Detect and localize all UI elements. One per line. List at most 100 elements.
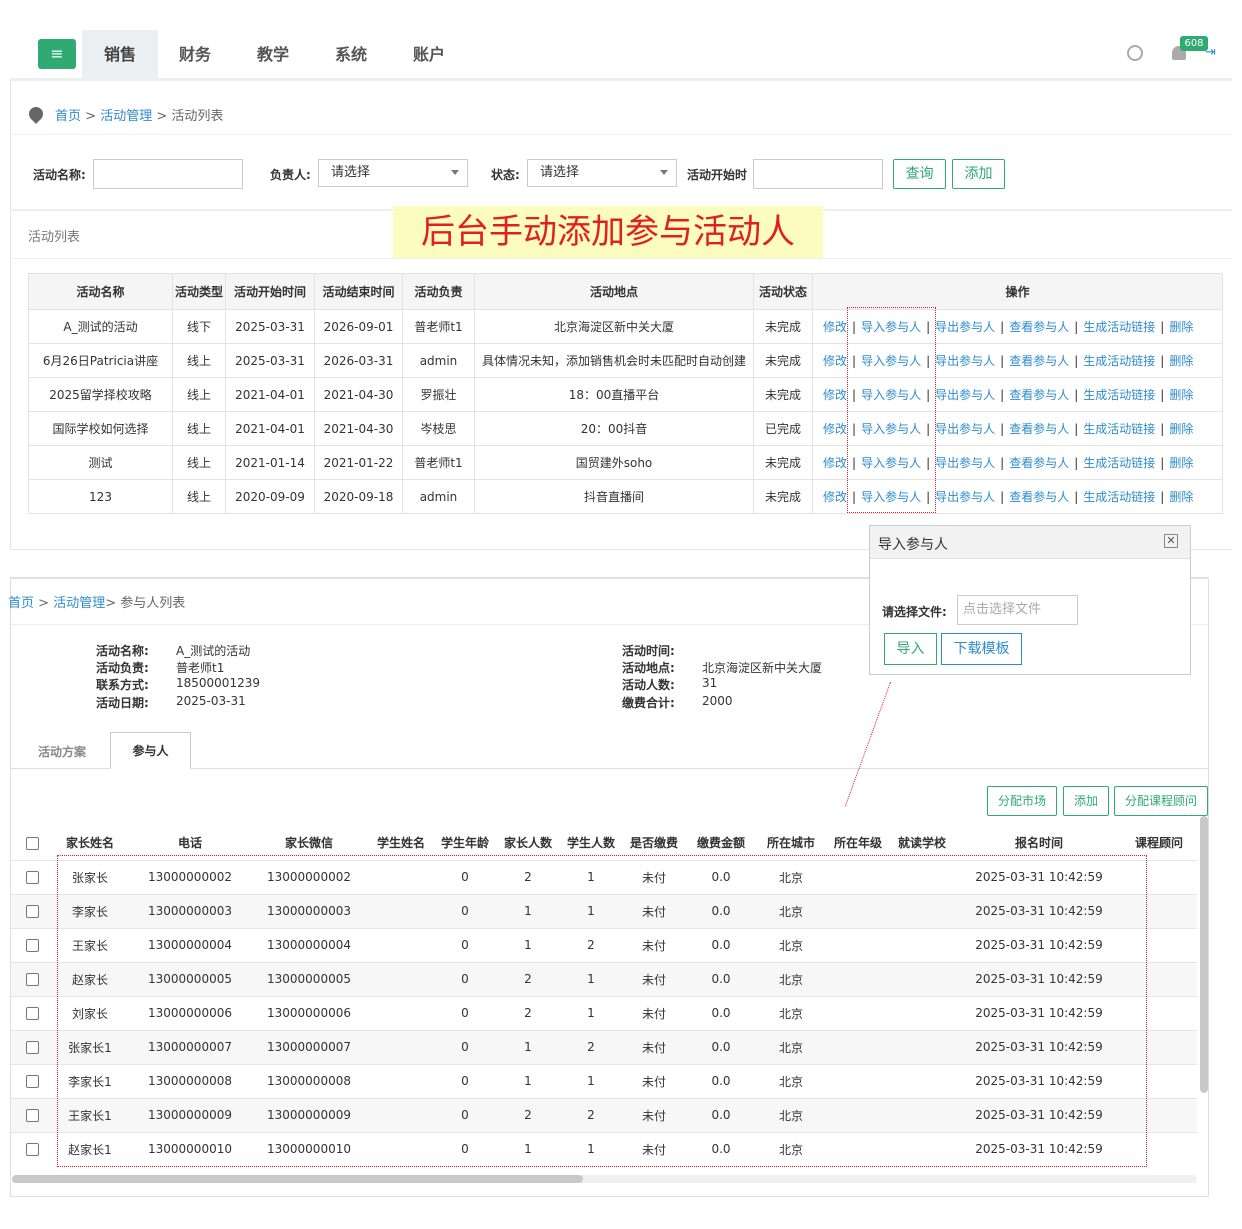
- delete-link[interactable]: 删除: [1169, 422, 1193, 436]
- export-participants-link[interactable]: 导出参与人: [935, 354, 995, 368]
- tab-activity-plan[interactable]: 活动方案: [38, 743, 86, 760]
- edit-link[interactable]: 修改: [823, 388, 847, 402]
- row-checkbox[interactable]: [25, 905, 39, 918]
- add-activity-button[interactable]: 添加: [952, 159, 1005, 189]
- globe-icon[interactable]: [1127, 45, 1143, 61]
- info-date-key: 活动日期:: [96, 696, 149, 710]
- export-participants-link[interactable]: 导出参与人: [935, 388, 995, 402]
- breadcrumb-current: 活动列表: [171, 109, 224, 124]
- generate-link-link[interactable]: 生成活动链接: [1083, 388, 1155, 402]
- info-owner-value: 普老师t1: [176, 661, 225, 675]
- breadcrumb-activity-mgmt[interactable]: 活动管理: [53, 596, 105, 611]
- separator: |: [1000, 388, 1005, 402]
- row-checkbox[interactable]: [25, 973, 39, 986]
- import-button[interactable]: 导入: [884, 633, 937, 665]
- table-cell: 2025-03-31: [225, 309, 315, 344]
- table-cell: 罗振壮: [402, 377, 475, 412]
- nav-tab-teaching[interactable]: 教学: [238, 30, 308, 79]
- nav-tab-system[interactable]: 系统: [316, 30, 386, 79]
- edit-link[interactable]: 修改: [823, 320, 847, 334]
- query-button[interactable]: 查询: [893, 159, 946, 189]
- menu-toggle-button[interactable]: ≡: [38, 39, 76, 69]
- add-participant-button[interactable]: 添加: [1063, 786, 1109, 816]
- owner-select-value: 请选择: [331, 165, 371, 180]
- generate-link-link[interactable]: 生成活动链接: [1083, 320, 1155, 334]
- tab-participants[interactable]: 参与人: [110, 732, 191, 769]
- table-row: 6月26日Patricia讲座 线上 2025-03-31 2026-03-31 adm…: [28, 343, 1223, 378]
- vertical-scrollbar[interactable]: [1200, 816, 1208, 1093]
- column-header: 活动负责: [402, 273, 475, 310]
- delete-link[interactable]: 删除: [1169, 320, 1193, 334]
- table-row: 123 线上 2020-09-09 2020-09-18 admin 抖音直播间 未完成 修改…: [28, 479, 1223, 514]
- divider: [12, 258, 1232, 259]
- separator: |: [1074, 490, 1079, 504]
- row-checkbox[interactable]: [25, 1109, 39, 1122]
- breadcrumb-home[interactable]: 首页: [8, 596, 34, 611]
- row-checkbox[interactable]: [25, 1075, 39, 1088]
- row-checkbox[interactable]: [25, 1041, 39, 1054]
- view-participants-link[interactable]: 查看参与人: [1009, 456, 1069, 470]
- close-icon[interactable]: ✕: [1164, 534, 1178, 548]
- breadcrumb-current: > 参与人列表: [105, 596, 186, 611]
- view-participants-link[interactable]: 查看参与人: [1009, 490, 1069, 504]
- info-count-value: 31: [702, 676, 718, 690]
- select-all-checkbox[interactable]: [25, 836, 39, 850]
- table-cell: 2025-03-31: [225, 343, 315, 378]
- export-participants-link[interactable]: 导出参与人: [935, 490, 995, 504]
- generate-link-link[interactable]: 生成活动链接: [1083, 456, 1155, 470]
- row-checkbox[interactable]: [25, 1143, 39, 1157]
- nav-tab-sales[interactable]: 销售: [82, 30, 158, 79]
- status-select[interactable]: 请选择: [527, 159, 677, 187]
- breadcrumb: 首页 > 活动管理 > 活动列表: [55, 105, 223, 124]
- separator: |: [1074, 320, 1079, 334]
- owner-select[interactable]: 请选择: [318, 159, 468, 187]
- start-time-input[interactable]: [753, 159, 883, 189]
- info-fee-key: 缴费合计:: [622, 696, 675, 710]
- file-picker-input[interactable]: 点击选择文件: [957, 595, 1078, 625]
- table-cell: 未完成: [753, 343, 813, 378]
- nav-tab-finance[interactable]: 财务: [160, 30, 230, 79]
- table-cell: 未完成: [753, 377, 813, 412]
- row-checkbox[interactable]: [25, 939, 39, 952]
- table-cell: 2020-09-09: [225, 479, 315, 514]
- view-participants-link[interactable]: 查看参与人: [1009, 354, 1069, 368]
- table-cell: 2021-01-22: [314, 445, 403, 480]
- view-participants-link[interactable]: 查看参与人: [1009, 320, 1069, 334]
- activity-name-input[interactable]: [93, 159, 243, 189]
- row-select-cell: [11, 1063, 53, 1098]
- export-participants-link[interactable]: 导出参与人: [935, 320, 995, 334]
- separator: |: [1000, 320, 1005, 334]
- generate-link-link[interactable]: 生成活动链接: [1083, 490, 1155, 504]
- breadcrumb-activity-mgmt[interactable]: 活动管理: [100, 109, 152, 124]
- logout-icon[interactable]: ⇥: [1205, 46, 1219, 60]
- delete-link[interactable]: 删除: [1169, 456, 1193, 470]
- generate-link-link[interactable]: 生成活动链接: [1083, 354, 1155, 368]
- edit-link[interactable]: 修改: [823, 490, 847, 504]
- breadcrumb-home[interactable]: 首页: [55, 109, 81, 124]
- view-participants-link[interactable]: 查看参与人: [1009, 388, 1069, 402]
- generate-link-link[interactable]: 生成活动链接: [1083, 422, 1155, 436]
- export-participants-link[interactable]: 导出参与人: [935, 422, 995, 436]
- table-cell: 2020-09-18: [314, 479, 403, 514]
- edit-link[interactable]: 修改: [823, 422, 847, 436]
- table-cell: 具体情况未知，添加销售机会时未匹配时自动创建: [474, 343, 754, 378]
- view-participants-link[interactable]: 查看参与人: [1009, 422, 1069, 436]
- delete-link[interactable]: 删除: [1169, 490, 1193, 504]
- delete-link[interactable]: 删除: [1169, 354, 1193, 368]
- assign-advisor-button[interactable]: 分配课程顾问: [1114, 786, 1208, 816]
- download-template-button[interactable]: 下载模板: [941, 633, 1022, 665]
- separator: |: [1160, 320, 1165, 334]
- delete-link[interactable]: 删除: [1169, 388, 1193, 402]
- nav-tab-account[interactable]: 账户: [394, 30, 464, 79]
- row-checkbox[interactable]: [25, 1007, 39, 1020]
- export-participants-link[interactable]: 导出参与人: [935, 456, 995, 470]
- separator: |: [1160, 490, 1165, 504]
- horizontal-scrollbar[interactable]: [12, 1175, 583, 1183]
- edit-link[interactable]: 修改: [823, 456, 847, 470]
- row-checkbox[interactable]: [25, 871, 39, 884]
- row-select-cell: [11, 995, 53, 1030]
- assign-market-button[interactable]: 分配市场: [987, 786, 1057, 816]
- chevron-down-icon: [660, 170, 668, 175]
- edit-link[interactable]: 修改: [823, 354, 847, 368]
- table-cell: 未完成: [753, 445, 813, 480]
